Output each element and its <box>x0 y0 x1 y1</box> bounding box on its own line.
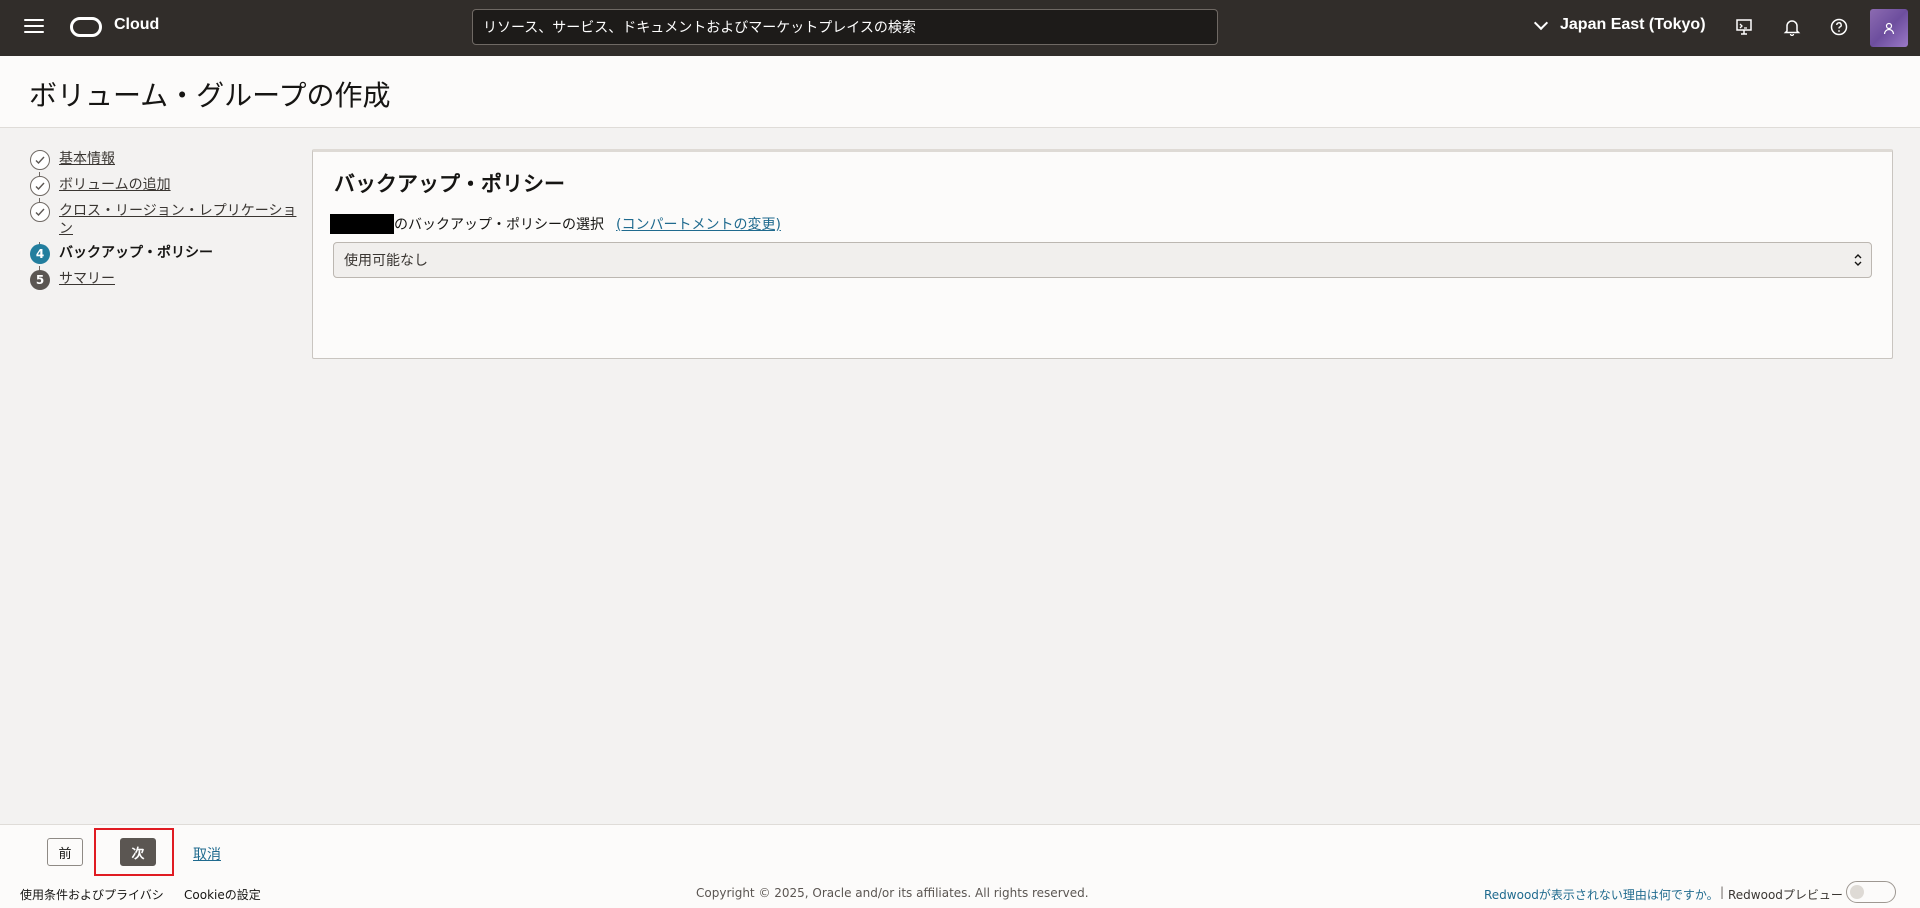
help-icon[interactable] <box>1828 16 1850 38</box>
policy-select-label-row: のバックアップ・ポリシーの選択 (コンパートメントの変更) <box>330 214 781 234</box>
backup-policy-value: 使用可能なし <box>344 253 428 269</box>
wizard-action-bar: 前 次 取消 <box>0 824 1920 876</box>
oracle-logo-icon[interactable] <box>70 17 102 37</box>
step-add-volumes[interactable]: ボリュームの追加 <box>30 176 300 208</box>
step-label[interactable]: サマリー <box>59 270 299 288</box>
select-arrows-icon <box>1854 254 1862 266</box>
menu-icon[interactable] <box>24 19 44 35</box>
search-input[interactable]: リソース、サービス、ドキュメントおよびマーケットプレイスの検索 <box>472 9 1218 45</box>
step-label: バックアップ・ポリシー <box>59 245 213 261</box>
change-compartment-link[interactable]: (コンパートメントの変更) <box>616 214 781 234</box>
legal-footer: 使用条件およびプライバシ Cookieの設定 Copyright © 2025,… <box>0 876 1920 908</box>
step-number: 5 <box>30 270 50 290</box>
step-label[interactable]: クロス・リージョン・レプリケーション <box>59 202 299 238</box>
step-summary[interactable]: 5 サマリー <box>30 270 300 290</box>
previous-button[interactable]: 前 <box>47 838 83 866</box>
footer-divider: | <box>1720 885 1725 899</box>
user-icon <box>1883 22 1895 35</box>
check-icon <box>30 176 50 196</box>
redacted-compartment-name <box>330 214 394 234</box>
title-bar: ボリューム・グループの作成 <box>0 56 1920 128</box>
step-backup-policy[interactable]: 4 バックアップ・ポリシー <box>30 244 300 276</box>
check-icon <box>30 150 50 170</box>
policy-select-label: のバックアップ・ポリシーの選択 <box>394 217 604 233</box>
cookie-settings-link[interactable]: Cookieの設定 <box>184 886 261 903</box>
brand-label[interactable]: Cloud <box>114 16 159 34</box>
check-icon <box>30 202 50 222</box>
step-basic-info[interactable]: 基本情報 <box>30 150 300 182</box>
copyright-text: Copyright © 2025, Oracle and/or its affi… <box>696 886 1089 900</box>
step-label[interactable]: ボリュームの追加 <box>59 176 299 194</box>
backup-policy-panel: バックアップ・ポリシー のバックアップ・ポリシーの選択 (コンパートメントの変更… <box>312 149 1893 359</box>
redwood-preview-label: Redwoodプレビュー <box>1728 888 1843 902</box>
step-cross-region-replication[interactable]: クロス・リージョン・レプリケーション <box>30 202 300 248</box>
cancel-link[interactable]: 取消 <box>193 844 221 864</box>
notifications-bell-icon[interactable] <box>1781 16 1803 38</box>
wizard-steps: 基本情報 ボリュームの追加 クロス・リージョン・レプリケーション 4 バックアッ… <box>30 150 300 296</box>
user-avatar[interactable] <box>1870 9 1908 47</box>
step-label[interactable]: 基本情報 <box>59 150 299 168</box>
step-number-current: 4 <box>30 244 50 264</box>
region-label: Japan East (Tokyo) <box>1560 16 1706 33</box>
region-selector[interactable]: Japan East (Tokyo) <box>1533 15 1706 34</box>
page-title: ボリューム・グループの作成 <box>29 79 391 112</box>
backup-policy-select[interactable]: 使用可能なし <box>333 242 1872 278</box>
top-bar: Cloud リソース、サービス、ドキュメントおよびマーケットプレイスの検索 Ja… <box>0 0 1920 56</box>
next-button[interactable]: 次 <box>120 838 156 866</box>
redwood-why-link[interactable]: Redwoodが表示されない理由は何ですか。 <box>1484 886 1719 903</box>
cloud-shell-icon[interactable] <box>1733 16 1755 38</box>
panel-title: バックアップ・ポリシー <box>334 172 565 196</box>
search-placeholder: リソース、サービス、ドキュメントおよびマーケットプレイスの検索 <box>483 20 916 36</box>
redwood-preview-toggle[interactable] <box>1846 881 1896 903</box>
chevron-down-icon <box>1533 15 1549 31</box>
terms-privacy-link[interactable]: 使用条件およびプライバシ <box>20 886 164 903</box>
